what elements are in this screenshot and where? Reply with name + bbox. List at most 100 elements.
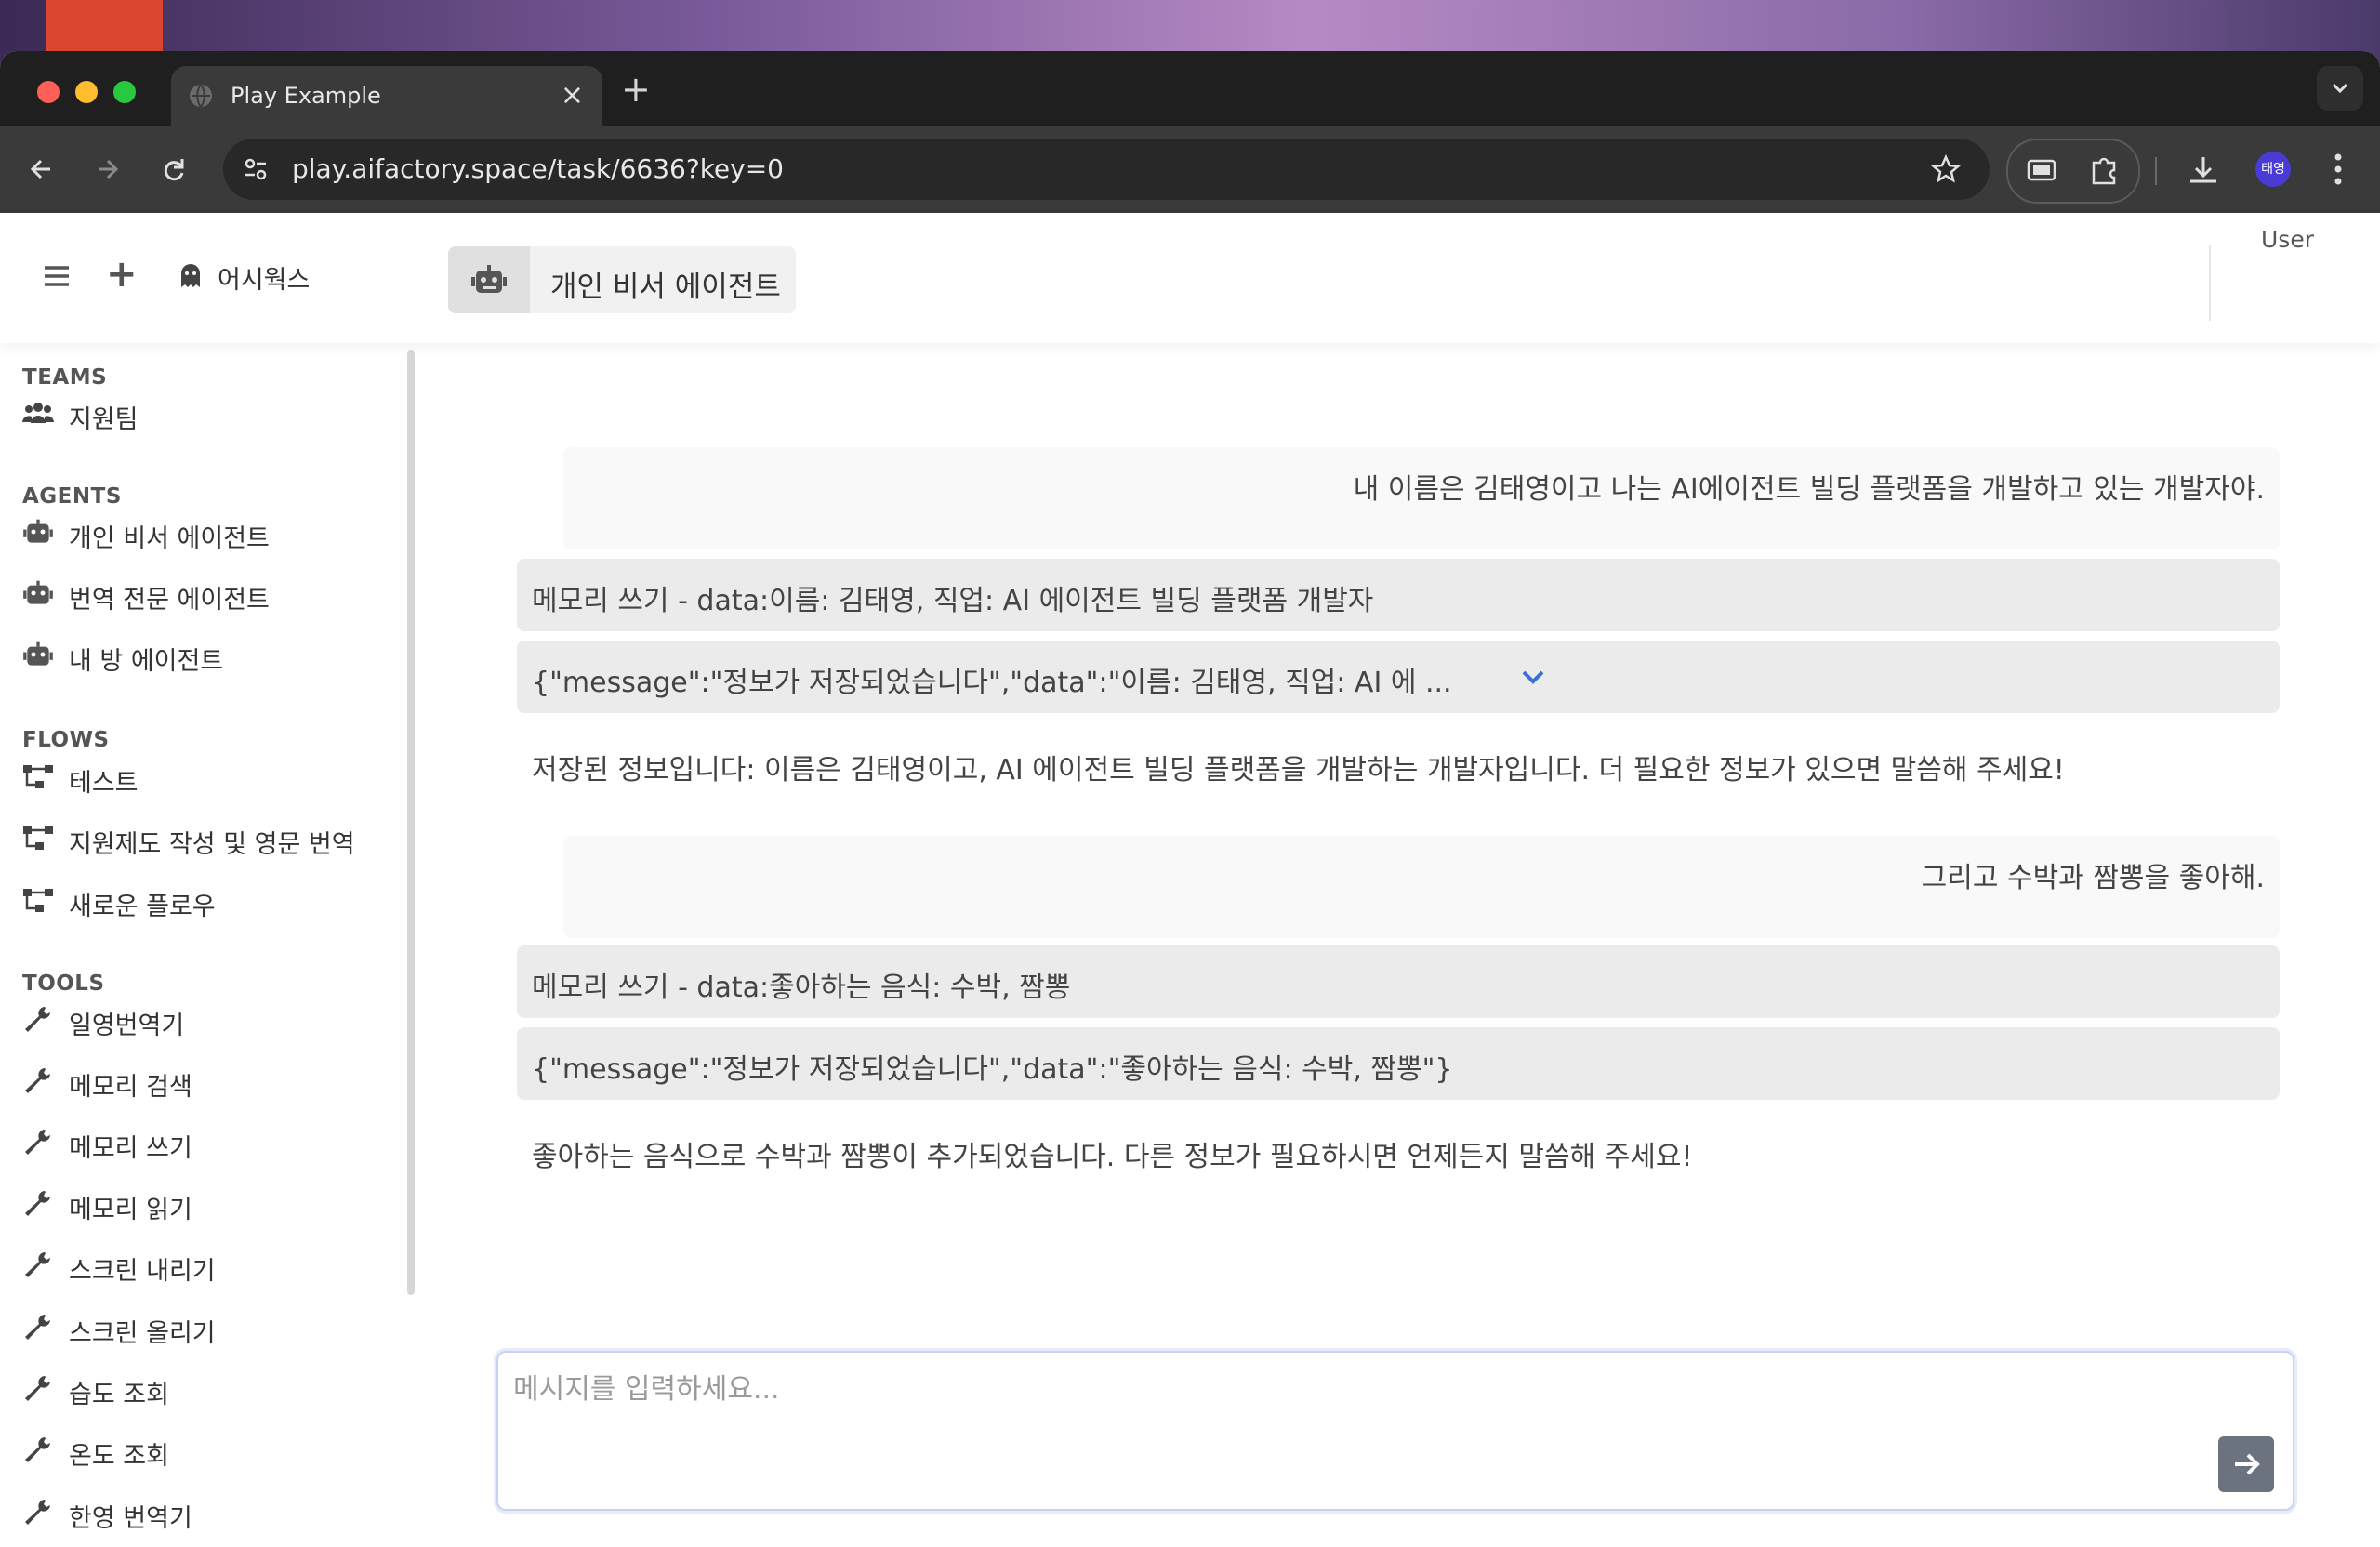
header-divider xyxy=(2209,245,2211,321)
download-icon[interactable] xyxy=(2183,150,2224,191)
wrench-icon xyxy=(25,1315,50,1340)
robot-icon xyxy=(471,265,507,293)
sidebar-item-agent[interactable]: 개인 비서 에이전트 xyxy=(0,505,400,561)
sidebar-item-label: 지원팀 xyxy=(69,405,139,434)
chevron-down-icon[interactable] xyxy=(1519,665,1547,687)
tab-close-button[interactable]: × xyxy=(561,79,584,112)
message-text: 그리고 수박과 짬뽕을 좋아해. xyxy=(1921,862,2265,894)
back-arrow-icon[interactable] xyxy=(19,146,65,192)
sidebar-item-label: 메모리 읽기 xyxy=(69,1196,192,1224)
sidebar-item-label: 테스트 xyxy=(69,769,139,798)
browser-toolbar: play.aifactory.space/task/6636?key=0 태영 xyxy=(0,126,2380,213)
users-icon xyxy=(22,403,54,423)
sidebar-item-tool[interactable]: 메모리 읽기 xyxy=(0,1176,400,1232)
address-bar[interactable]: play.aifactory.space/task/6636?key=0 xyxy=(223,139,1990,200)
sidebar-item-tool[interactable]: 메모리 검색 xyxy=(0,1053,400,1109)
sidebar-item-label: 개인 비서 에이전트 xyxy=(69,524,270,553)
workspace-name[interactable]: 어시웍스 xyxy=(218,259,310,296)
sidebar-item-label: 번역 전문 에이전트 xyxy=(69,586,270,615)
extensions-group xyxy=(2006,139,2140,204)
wrench-icon xyxy=(25,1437,50,1462)
sidebar-item-team[interactable]: 지원팀 xyxy=(0,386,400,442)
sidebar-scrollbar[interactable] xyxy=(407,350,415,1295)
tool-result-box[interactable]: {"message":"정보가 저장되었습니다","data":"좋아하는 음식… xyxy=(517,1027,2280,1100)
app-root: + 어시웍스 개인 비서 에이전트 User TEAMS 지원팀 AGENTS … xyxy=(0,213,2380,1547)
wrench-icon xyxy=(25,1500,50,1525)
sidebar-item-label: 일영번역기 xyxy=(69,1012,185,1040)
tool-result-text: {"message":"정보가 저장되었습니다","data":"좋아하는 음식… xyxy=(532,1053,1453,1086)
tool-call-box: 메모리 쓰기 - data:이름: 김태영, 직업: AI 에이전트 빌딩 플랫… xyxy=(517,559,2280,631)
agent-chip-icon-box xyxy=(448,246,530,313)
close-window-button[interactable] xyxy=(37,81,60,103)
sidebar: TEAMS 지원팀 AGENTS 개인 비서 에이전트 번역 전문 에이전트 내… xyxy=(0,343,415,1547)
flow-icon xyxy=(23,889,53,912)
app-header: + 어시웍스 개인 비서 에이전트 User xyxy=(0,213,2380,343)
bookmark-star-icon[interactable] xyxy=(1930,153,1962,185)
wrench-icon xyxy=(25,1130,50,1155)
reload-icon[interactable] xyxy=(151,146,197,192)
wrench-icon xyxy=(25,1191,50,1216)
current-agent-chip[interactable]: 개인 비서 에이전트 xyxy=(448,246,796,313)
assistant-message: 저장된 정보입니다: 이름은 김태영이고, AI 에이전트 빌딩 플랫폼을 개발… xyxy=(532,754,2065,787)
robot-icon xyxy=(23,519,53,543)
sidebar-item-flow[interactable]: 테스트 xyxy=(0,749,400,805)
sidebar-item-flow[interactable]: 새로운 플로우 xyxy=(0,873,400,929)
sidebar-item-label: 스크린 내리기 xyxy=(69,1257,216,1286)
new-chat-button[interactable]: + xyxy=(106,256,138,293)
sidebar-item-label: 메모리 쓰기 xyxy=(69,1134,192,1163)
minimize-window-button[interactable] xyxy=(75,81,98,103)
sidebar-item-label: 한영 번역기 xyxy=(69,1504,192,1533)
message-input[interactable] xyxy=(511,1364,2244,1442)
browser-window: Play Example × + play.aifactory.space/ta… xyxy=(0,51,2380,1547)
new-tab-button[interactable]: + xyxy=(621,72,651,107)
sidebar-item-tool[interactable]: 메모리 쓰기 xyxy=(0,1115,400,1170)
browser-tab[interactable]: Play Example × xyxy=(171,66,602,126)
user-message: 내 이름은 김태영이고 나는 AI에이전트 빌딩 플랫폼을 개발하고 있는 개발… xyxy=(563,447,2280,549)
sidebar-item-tool[interactable]: 온도 조회 xyxy=(0,1422,400,1478)
toolbar-separator xyxy=(2155,157,2157,185)
wrench-icon xyxy=(25,1007,50,1032)
wrench-icon xyxy=(25,1376,50,1401)
menu-hamburger-icon[interactable] xyxy=(43,265,71,287)
tool-result-text: {"message":"정보가 저장되었습니다","data":"이름: 김태영… xyxy=(532,667,1452,699)
tool-result-box[interactable]: {"message":"정보가 저장되었습니다","data":"이름: 김태영… xyxy=(517,641,2280,713)
desktop-background-accent xyxy=(46,0,163,52)
sidebar-item-agent[interactable]: 내 방 에이전트 xyxy=(0,628,400,683)
sidebar-item-label: 습도 조회 xyxy=(69,1381,169,1409)
sidebar-item-tool[interactable]: 한영 번역기 xyxy=(0,1485,400,1540)
sidebar-item-agent[interactable]: 번역 전문 에이전트 xyxy=(0,566,400,622)
tab-search-button[interactable] xyxy=(2317,66,2363,111)
forward-arrow-icon[interactable] xyxy=(84,146,130,192)
send-button[interactable] xyxy=(2218,1436,2274,1492)
sidebar-item-label: 온도 조회 xyxy=(69,1442,169,1471)
user-label[interactable]: User xyxy=(2261,226,2314,253)
sidebar-item-flow[interactable]: 지원제도 작성 및 영문 번역 xyxy=(0,811,400,866)
tool-call-box: 메모리 쓰기 - data:좋아하는 음식: 수박, 짬뽕 xyxy=(517,945,2280,1018)
chat-area: 내 이름은 김태영이고 나는 AI에이전트 빌딩 플랫폼을 개발하고 있는 개발… xyxy=(415,343,2380,1547)
tool-call-text: 메모리 쓰기 - data:좋아하는 음식: 수박, 짬뽕 xyxy=(532,972,1071,1004)
site-settings-icon[interactable] xyxy=(242,155,270,183)
current-agent-name: 개인 비서 에이전트 xyxy=(550,271,781,304)
more-menu-icon[interactable] xyxy=(2324,148,2352,191)
extension-cast-icon[interactable] xyxy=(2025,153,2058,187)
sidebar-item-label: 새로운 플로우 xyxy=(69,892,216,921)
sidebar-item-tool[interactable]: 스크린 내리기 xyxy=(0,1237,400,1293)
wrench-icon xyxy=(25,1068,50,1093)
flow-icon xyxy=(23,826,53,850)
ghost-icon xyxy=(181,264,200,287)
maximize-window-button[interactable] xyxy=(113,81,136,103)
robot-icon xyxy=(23,641,53,666)
sidebar-item-tool[interactable]: 스크린 올리기 xyxy=(0,1300,400,1355)
sidebar-item-label: 메모리 검색 xyxy=(69,1073,192,1102)
tool-call-text: 메모리 쓰기 - data:이름: 김태영, 직업: AI 에이전트 빌딩 플랫… xyxy=(532,585,1374,617)
chevron-down-icon xyxy=(2332,83,2348,94)
assistant-message: 좋아하는 음식으로 수박과 짬뽕이 추가되었습니다. 다른 정보가 필요하시면 … xyxy=(532,1141,1693,1173)
message-composer xyxy=(496,1351,2294,1511)
tab-title: Play Example xyxy=(231,83,381,109)
profile-avatar[interactable]: 태영 xyxy=(2255,152,2291,187)
sidebar-item-label: 지원제도 작성 및 영문 번역 xyxy=(69,830,355,859)
puzzle-extensions-icon[interactable] xyxy=(2086,152,2122,187)
sidebar-item-tool[interactable]: 습도 조회 xyxy=(0,1361,400,1417)
sidebar-item-tool[interactable]: 일영번역기 xyxy=(0,992,400,1048)
url-text: play.aifactory.space/task/6636?key=0 xyxy=(292,153,784,184)
